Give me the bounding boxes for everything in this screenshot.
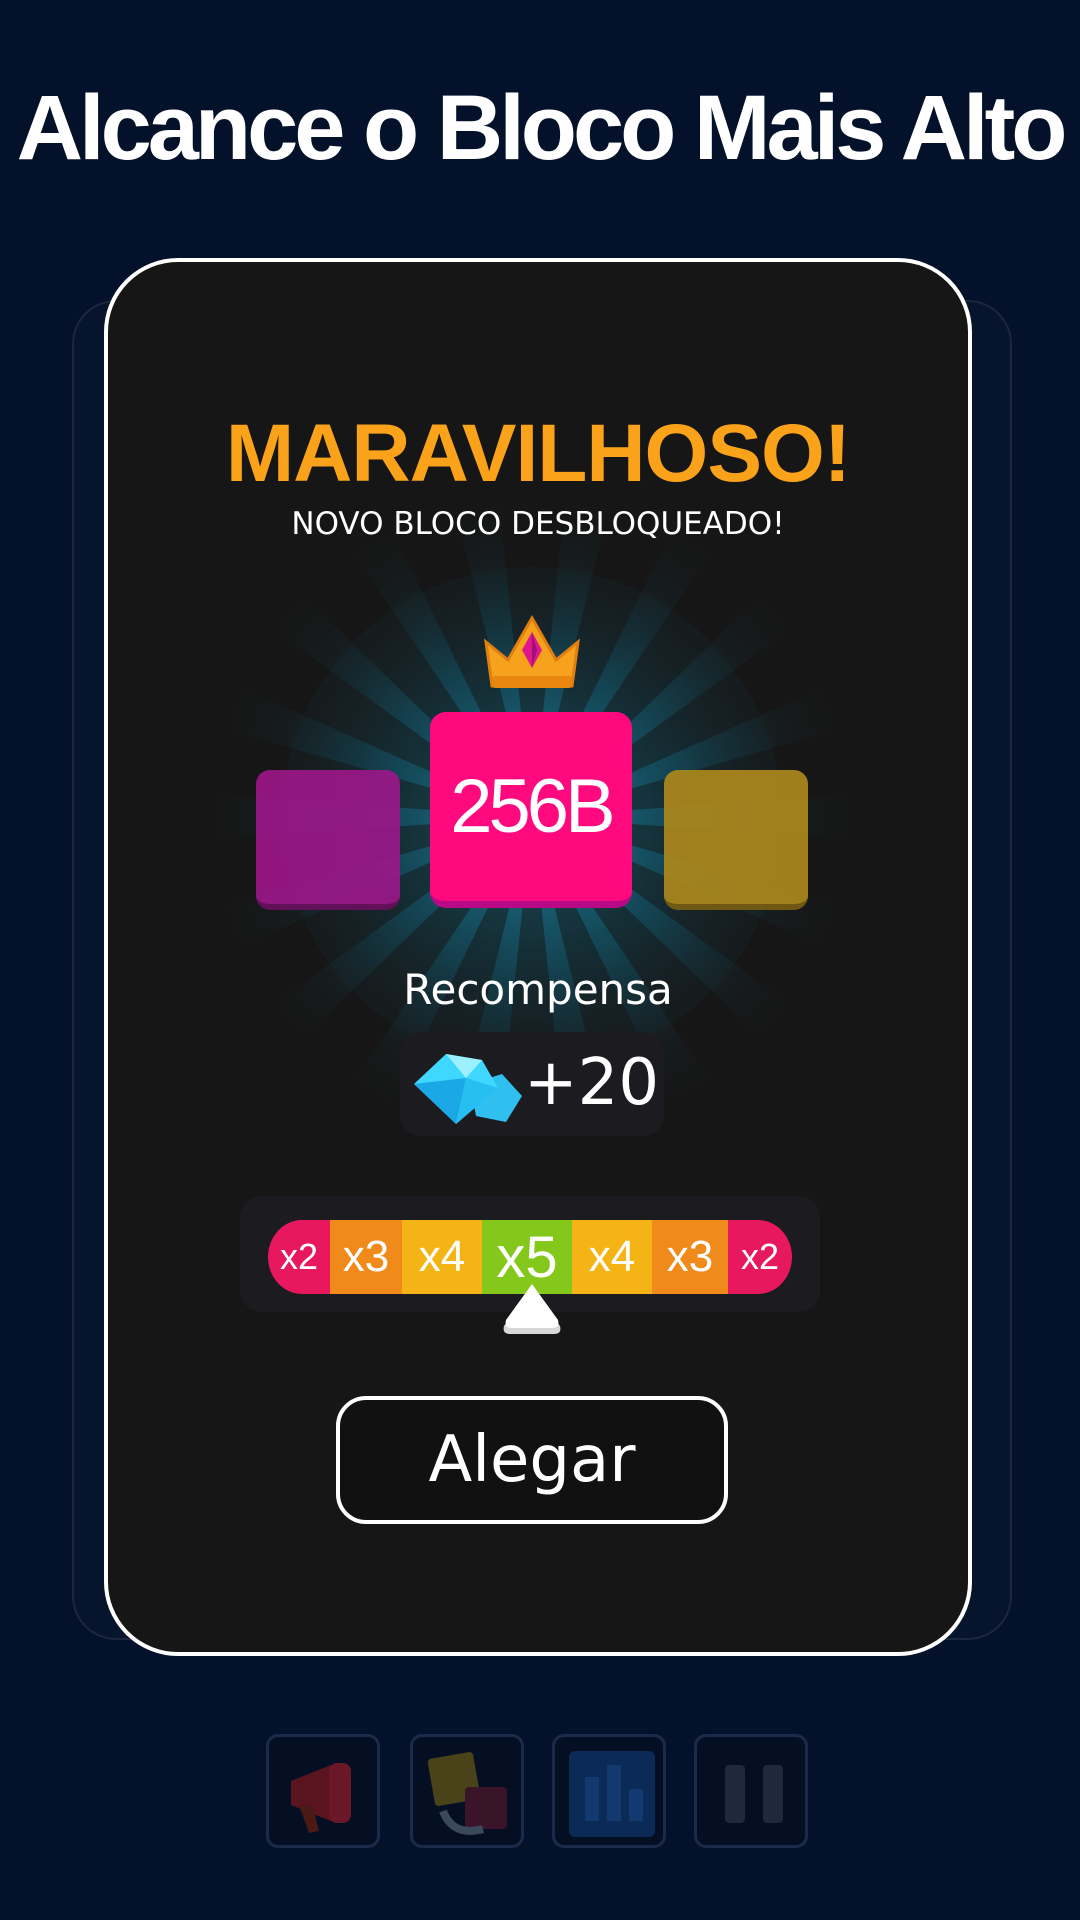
leaderboard-icon bbox=[569, 1751, 655, 1837]
swap-button[interactable] bbox=[410, 1734, 524, 1848]
pause-icon bbox=[725, 1765, 783, 1823]
multiplier-pointer bbox=[503, 1284, 561, 1334]
multiplier-segment: x3 bbox=[652, 1220, 728, 1294]
crown-icon bbox=[483, 614, 581, 688]
gem-icon bbox=[414, 1054, 522, 1124]
reward-label: Recompensa bbox=[403, 965, 673, 1014]
promo-button[interactable] bbox=[266, 1734, 380, 1848]
swap-blocks-icon bbox=[427, 1752, 507, 1835]
multiplier-segment: x4 bbox=[402, 1220, 482, 1294]
leaderboard-button[interactable] bbox=[552, 1734, 666, 1848]
megaphone-icon bbox=[291, 1763, 351, 1833]
pause-button[interactable] bbox=[694, 1734, 808, 1848]
reward-amount: +20 bbox=[524, 1046, 660, 1120]
headline: Alcance o Bloco Mais Alto bbox=[16, 77, 1068, 179]
new-block-tile: 256B bbox=[430, 712, 632, 908]
dialog-title: MARAVILHOSO! bbox=[225, 408, 851, 499]
reward-box: +20 bbox=[400, 1032, 664, 1136]
new-block-dialog: MARAVILHOSO! NOVO BLOCO DESBLOQUEADO! 25… bbox=[104, 258, 972, 1656]
claim-button[interactable]: Alegar bbox=[336, 1396, 728, 1524]
multiplier-segment: x2 bbox=[268, 1220, 330, 1294]
multiplier-segment: x3 bbox=[330, 1220, 402, 1294]
dialog-subtitle: NOVO BLOCO DESBLOQUEADO! bbox=[291, 506, 785, 542]
next-block bbox=[664, 770, 808, 910]
previous-block bbox=[256, 770, 400, 910]
multiplier-segment: x4 bbox=[572, 1220, 652, 1294]
